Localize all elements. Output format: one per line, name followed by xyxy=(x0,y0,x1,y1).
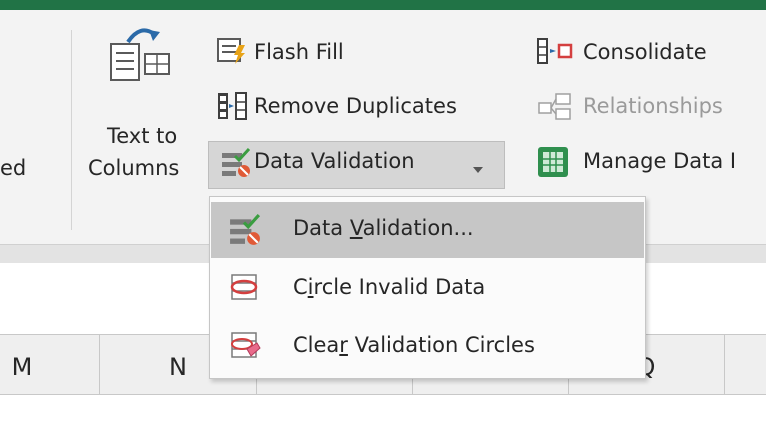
ribbon-group-divider xyxy=(71,30,72,230)
data-validation-button[interactable]: Data Validation xyxy=(254,149,415,173)
relationships-icon xyxy=(538,93,574,125)
manage-data-model-icon[interactable] xyxy=(537,146,569,182)
data-validation-dropdown-menu: Data Validation... Circle Invalid Data C… xyxy=(209,196,646,379)
title-bar-strip xyxy=(0,0,766,10)
menu-item-label: Clear Validation Circles xyxy=(293,333,535,357)
chevron-down-icon[interactable] xyxy=(473,160,483,179)
remove-duplicates-icon[interactable] xyxy=(217,92,247,124)
manage-data-model-button[interactable]: Manage Data I xyxy=(583,149,736,173)
text-to-columns-label-line1[interactable]: Text to xyxy=(107,124,177,148)
flash-fill-button[interactable]: Flash Fill xyxy=(254,40,344,64)
text-to-columns-label-line2[interactable]: Columns xyxy=(88,156,179,180)
menu-item-label: Data Validation... xyxy=(293,216,474,240)
worksheet-grid[interactable] xyxy=(0,395,766,427)
column-header-n[interactable]: N xyxy=(158,353,198,381)
column-header-m[interactable]: M xyxy=(2,353,42,381)
data-validation-icon xyxy=(229,213,261,250)
advanced-button-fragment[interactable]: ed xyxy=(0,156,26,180)
remove-duplicates-button[interactable]: Remove Duplicates xyxy=(254,94,457,118)
relationships-button: Relationships xyxy=(583,94,723,118)
flash-fill-icon[interactable] xyxy=(217,37,247,69)
menu-item-clear-validation-circles[interactable]: Clear Validation Circles xyxy=(211,319,644,375)
circle-invalid-icon xyxy=(229,273,261,307)
clear-circles-icon xyxy=(229,331,261,365)
menu-item-circle-invalid-data[interactable]: Circle Invalid Data xyxy=(211,261,644,317)
text-to-columns-icon[interactable] xyxy=(108,18,172,88)
menu-item-data-validation[interactable]: Data Validation... xyxy=(211,202,644,258)
menu-item-label: Circle Invalid Data xyxy=(293,275,486,299)
data-validation-icon[interactable] xyxy=(221,147,251,182)
consolidate-icon[interactable] xyxy=(537,38,577,68)
consolidate-button[interactable]: Consolidate xyxy=(583,40,707,64)
